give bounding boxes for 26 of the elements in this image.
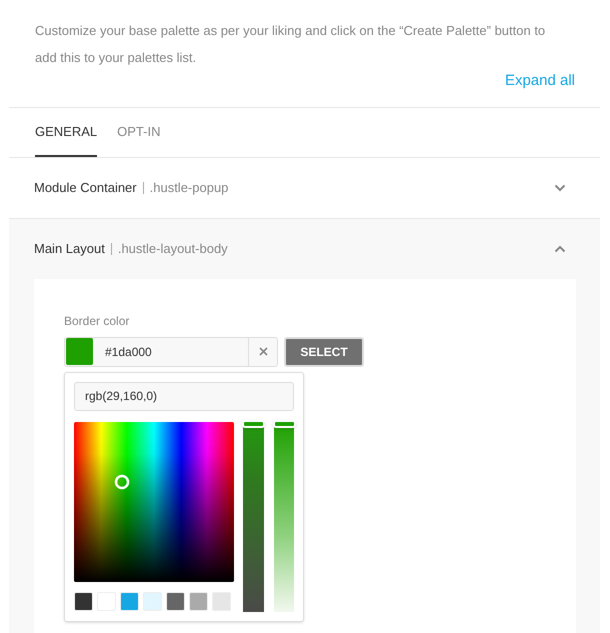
intro-text: Customize your base palette as per your liking and click on the “Create Palette” button to add this to your palettes list.: [35, 22, 546, 67]
color-swatch[interactable]: [212, 592, 231, 610]
tab[interactable]: OPT-IN: [117, 108, 160, 156]
rgb-field[interactable]: rgb(29,160,0): [74, 382, 294, 410]
section-selector: .hustle-layout-body: [118, 240, 228, 258]
color-swatch[interactable]: [120, 592, 139, 610]
chevron-down-icon[interactable]: [554, 184, 566, 192]
color-value: #1da000: [105, 344, 153, 360]
section-selector: .hustle-popup: [150, 178, 228, 197]
lightness-slider[interactable]: [243, 422, 264, 612]
close-icon: [258, 347, 268, 356]
color-swatch[interactable]: [166, 592, 185, 610]
slider-handle[interactable]: [242, 420, 265, 428]
color-swatch[interactable]: [143, 592, 162, 610]
slider-handle[interactable]: [272, 420, 296, 428]
section-title: Main Layout: [34, 240, 105, 258]
section-header[interactable]: Main Layout .hustle-layout-body: [9, 218, 600, 278]
color-input[interactable]: #1da000: [64, 336, 278, 366]
color-swatch[interactable]: [74, 592, 93, 610]
section-header[interactable]: Module Container .hustle-popup: [9, 158, 600, 218]
section-title: Module Container: [34, 178, 137, 197]
chevron-up-icon[interactable]: [554, 244, 566, 252]
alpha-slider[interactable]: [274, 422, 294, 612]
field-label: Border color: [64, 312, 130, 330]
color-swatch[interactable]: [189, 592, 208, 610]
select-button[interactable]: SELECT: [284, 336, 364, 366]
